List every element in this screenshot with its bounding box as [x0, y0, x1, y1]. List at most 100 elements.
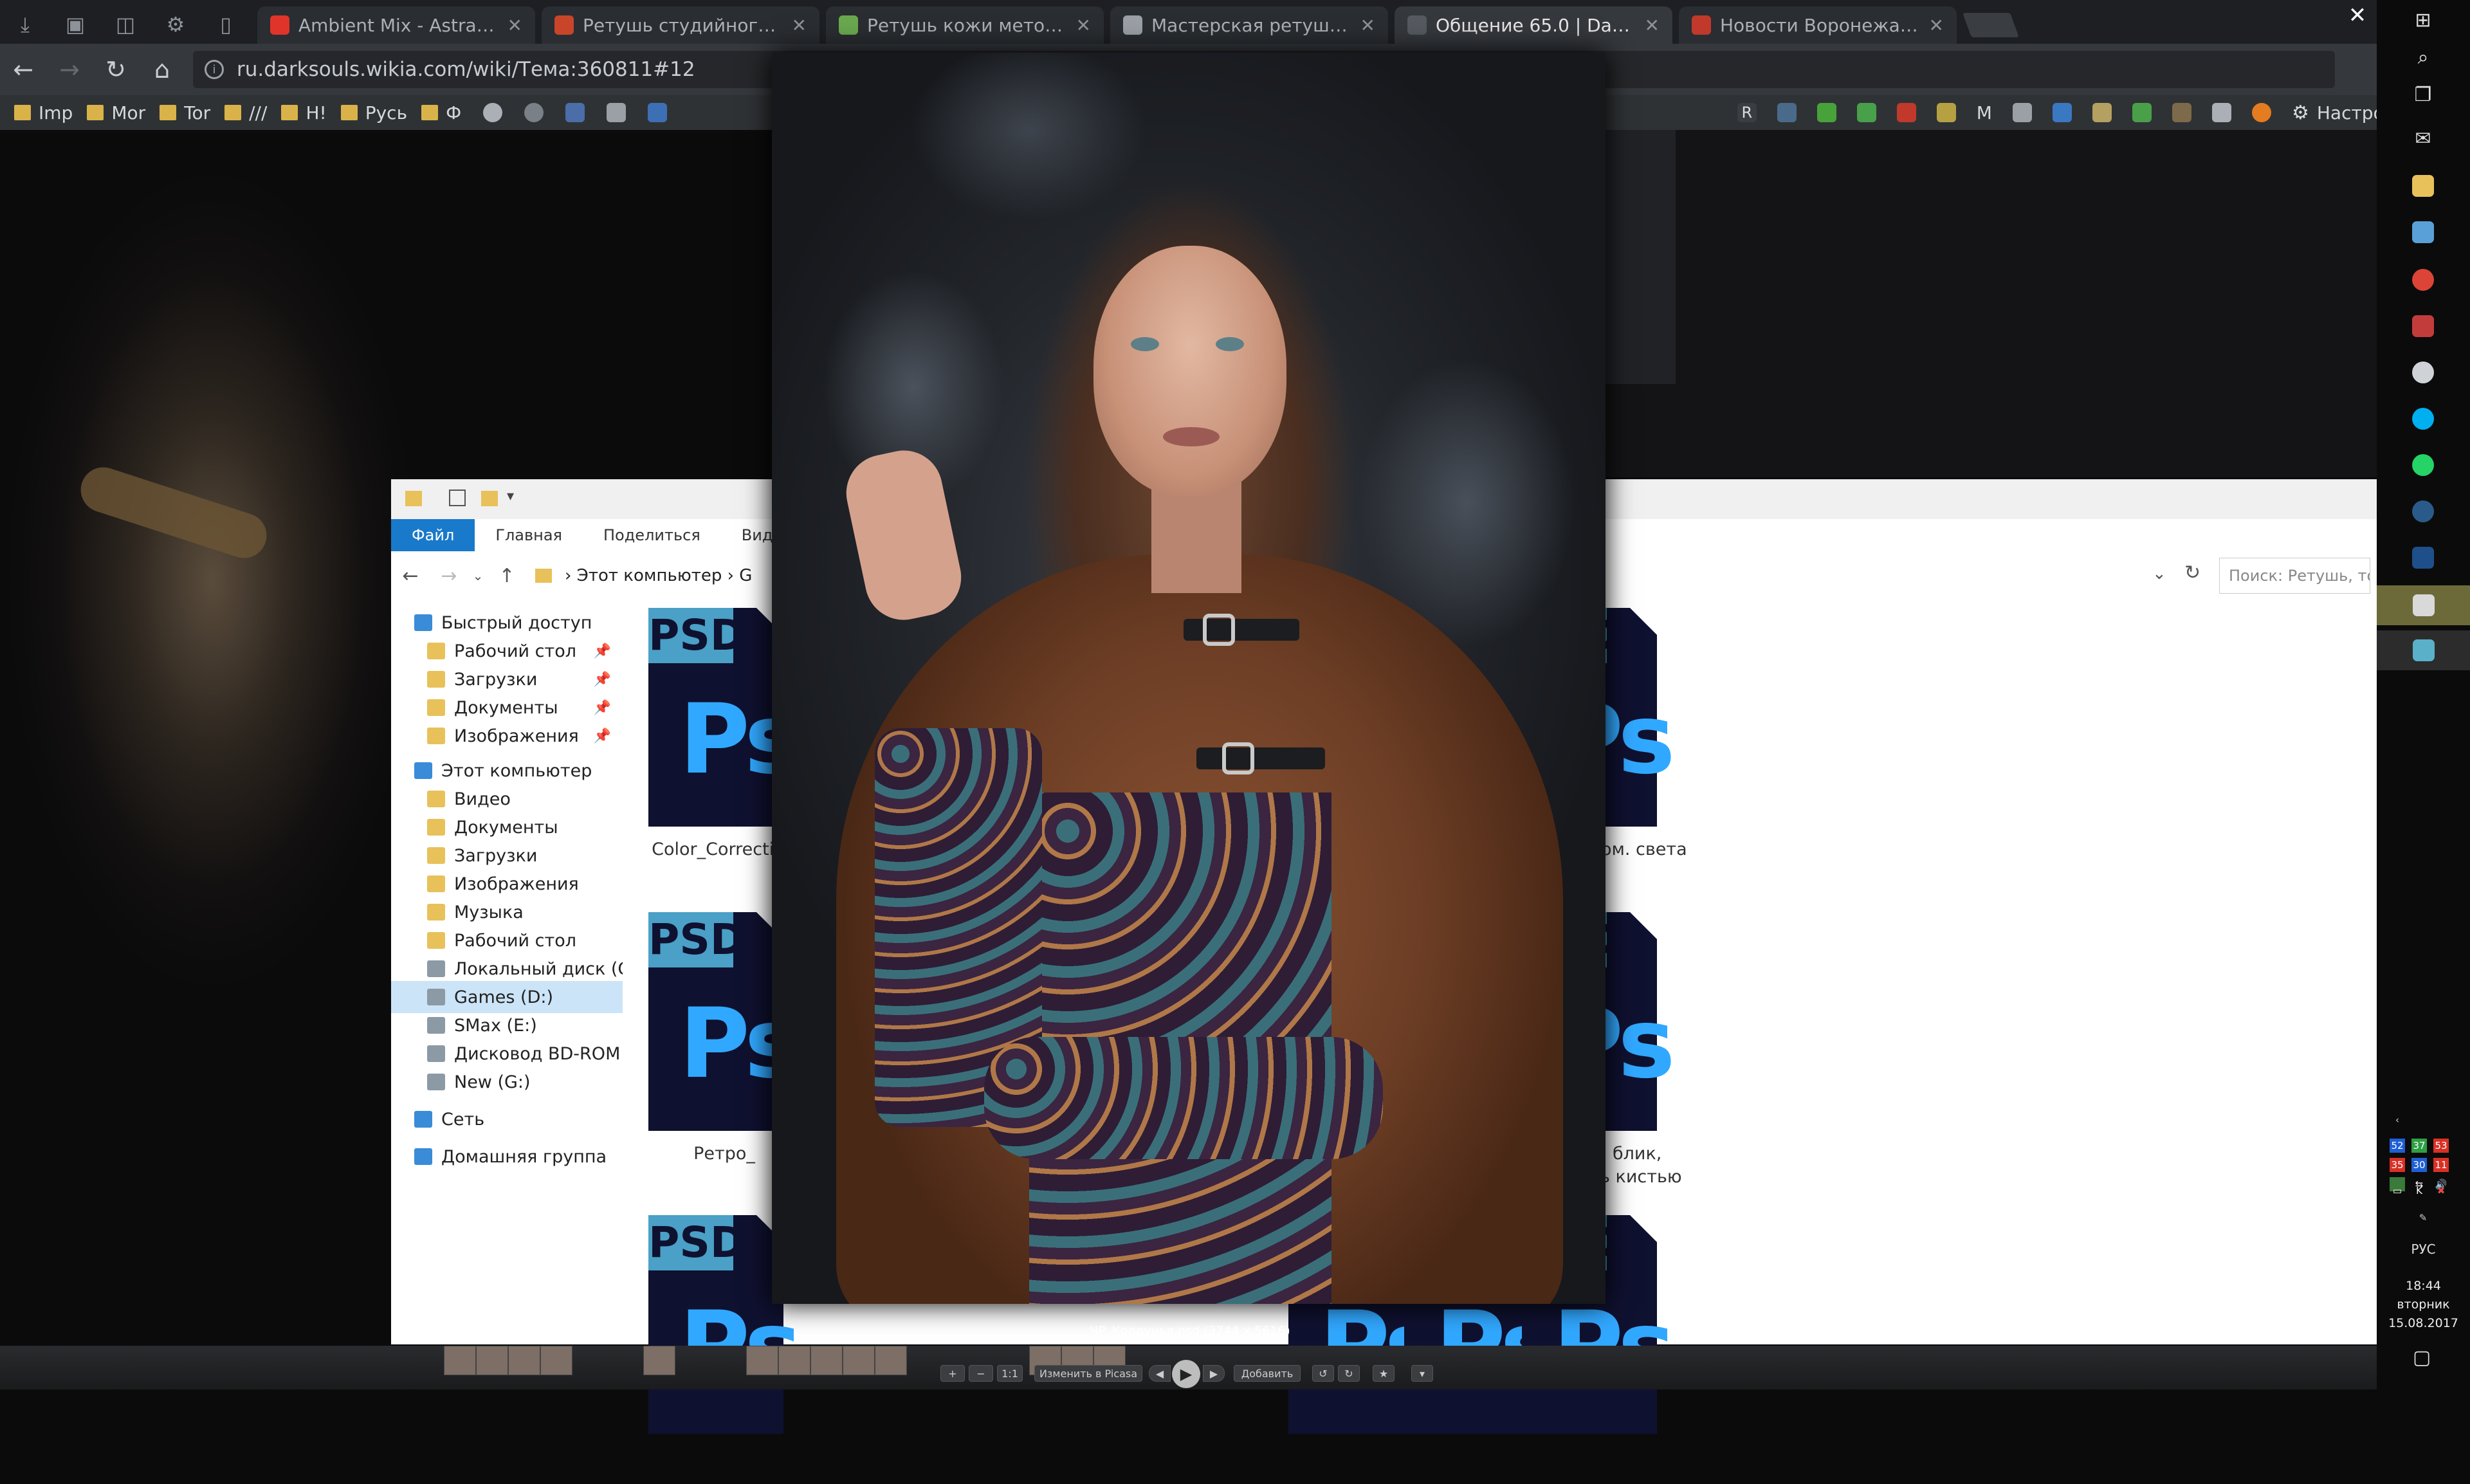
tab-close-icon[interactable]: ✕ — [1076, 15, 1091, 36]
pen-icon[interactable]: ✎ — [2415, 1211, 2431, 1225]
reload-icon[interactable]: ↻ — [93, 46, 139, 93]
bookmark-folder[interactable]: Imp — [14, 102, 73, 124]
nav-pane-item[interactable]: Дисковод BD-ROM — [391, 1038, 623, 1070]
properties-icon[interactable] — [449, 490, 466, 506]
r-icon[interactable]: R — [1737, 103, 1757, 122]
browser-tab[interactable]: Новости Воронежа — ✕ — [1679, 6, 1957, 44]
puzzle-icon[interactable] — [1856, 103, 1876, 122]
tray-counter-1[interactable]: 52 — [2390, 1139, 2405, 1153]
settings-tab-icon[interactable]: ⚙ — [151, 5, 201, 44]
extension-icon[interactable] — [1936, 103, 1956, 122]
whatsapp-taskbar-icon[interactable] — [2407, 449, 2439, 481]
clock[interactable]: 18:44 вторник 15.08.2017 — [2377, 1277, 2470, 1333]
ribbon-tab[interactable]: Файл — [391, 519, 475, 551]
window-close-button[interactable]: ✕ — [2338, 0, 2377, 31]
search-icon[interactable]: ⌕ — [2407, 41, 2439, 73]
new-folder-icon[interactable] — [481, 491, 498, 506]
browser-tab[interactable]: Ретушь студийного пор ✕ — [542, 6, 819, 44]
browser-tab[interactable]: Ретушь кожи методом ✕ — [826, 6, 1104, 44]
nav-pane-item[interactable]: Рабочий стол — [391, 924, 623, 957]
bookmark-icon[interactable] — [648, 103, 668, 122]
bookmark-icon[interactable] — [565, 103, 585, 122]
thumbnail[interactable] — [476, 1346, 508, 1375]
mail-icon[interactable]: ✉ — [2407, 122, 2439, 154]
nav-pane-item[interactable]: Документы — [391, 811, 623, 843]
forward-arrow-icon[interactable]: → — [46, 46, 93, 93]
page-tab-icon[interactable]: ▯ — [201, 5, 251, 44]
show-hidden-icons-icon[interactable]: ‹ — [2390, 1113, 2405, 1127]
tray-counter-6[interactable]: 11 — [2433, 1158, 2449, 1172]
nav-pane-item[interactable]: SMax (E:) — [391, 1009, 623, 1041]
explorer-search-input[interactable]: Поиск: Ретушь, то — [2219, 558, 2370, 594]
extension-icon[interactable] — [2251, 103, 2271, 122]
ribbon-tab[interactable]: Поделиться — [583, 519, 721, 551]
nav-pane-item[interactable]: Быстрый доступ — [391, 607, 623, 639]
download-icon[interactable]: ⤓ — [0, 5, 50, 44]
tray-counter-5[interactable]: 30 — [2411, 1158, 2427, 1172]
steam-taskbar-icon[interactable] — [2407, 495, 2439, 527]
tray-counter-2[interactable]: 37 — [2411, 1139, 2427, 1153]
address-dropdown-icon[interactable]: ⌄ — [2152, 564, 2166, 583]
forward-arrow-icon[interactable]: → — [430, 565, 468, 587]
calendar-taskbar-icon[interactable] — [2407, 310, 2439, 342]
nav-pane-item[interactable]: Видео — [391, 783, 623, 815]
zoom-in-button[interactable]: + — [940, 1365, 965, 1382]
up-arrow-icon[interactable]: ↑ — [488, 565, 526, 587]
thumbnail[interactable] — [643, 1346, 675, 1375]
home-icon[interactable]: ⌂ — [139, 46, 185, 93]
notifications-icon[interactable]: ▢ — [2409, 1344, 2435, 1370]
nav-pane-item[interactable]: Изображения — [391, 868, 623, 900]
extension-icon[interactable] — [2132, 103, 2152, 122]
tab-close-icon[interactable]: ✕ — [1929, 15, 1944, 36]
pinned-tab-icon[interactable]: ▣ — [50, 5, 100, 44]
bookmark-folder[interactable]: H! — [281, 102, 327, 124]
rotate-left-icon[interactable]: ↺ — [1312, 1365, 1334, 1382]
previous-arrow-icon[interactable]: ◀ — [1149, 1365, 1171, 1382]
extension-icon[interactable] — [2172, 103, 2191, 122]
nav-pane-item[interactable]: Домашняя группа — [391, 1140, 623, 1173]
refresh-icon[interactable]: ↻ — [2184, 562, 2200, 584]
thumbnail[interactable] — [778, 1346, 810, 1375]
file-explorer-taskbar-icon[interactable] — [2407, 170, 2439, 202]
app-taskbar-icon[interactable] — [2407, 356, 2439, 389]
nav-pane-item[interactable]: Сеть — [391, 1103, 623, 1135]
thumbnail[interactable] — [444, 1346, 476, 1375]
m-bookmark[interactable]: M — [1977, 102, 1992, 124]
nav-pane-item[interactable]: Этот компьютер — [391, 755, 623, 787]
download-arrow-icon[interactable] — [1816, 103, 1836, 122]
actual-size-button[interactable]: 1:1 — [997, 1365, 1023, 1382]
skype-taskbar-icon[interactable] — [2407, 403, 2439, 435]
picasa-taskbar-icon[interactable] — [2377, 630, 2470, 670]
app-taskbar-icon[interactable] — [2407, 216, 2439, 248]
active-app-taskbar-icon[interactable] — [2377, 585, 2470, 625]
task-view-icon[interactable]: ❐ — [2407, 78, 2439, 111]
extension-icon[interactable] — [2012, 103, 2032, 122]
bookmark-folder[interactable]: Ф — [421, 102, 461, 124]
breadcrumb[interactable]: › Этот компьютер › G — [565, 566, 752, 585]
bookmark-folder[interactable]: Русь — [340, 102, 407, 124]
photoshop-taskbar-icon[interactable] — [2407, 542, 2439, 574]
info-icon[interactable]: i — [205, 60, 224, 79]
nav-pane-item[interactable]: Музыка — [391, 896, 623, 928]
viewer-photo[interactable] — [772, 53, 1606, 1304]
play-button[interactable]: ▶ — [1172, 1360, 1200, 1388]
browser-tab[interactable]: Мастерская ретуши фо ✕ — [1110, 6, 1388, 44]
thumbnail[interactable] — [875, 1346, 907, 1375]
tab-close-icon[interactable]: ✕ — [1360, 15, 1375, 36]
bookmark-icon[interactable] — [607, 103, 627, 122]
chrome-taskbar-icon[interactable] — [2407, 264, 2439, 296]
bookmark-folder[interactable]: Tor — [160, 102, 210, 124]
extension-icon[interactable] — [2092, 103, 2112, 122]
language-indicator[interactable]: РУС — [2377, 1241, 2470, 1257]
nav-pane-item[interactable]: Документы 📌 — [391, 692, 623, 724]
tab-close-icon[interactable]: ✕ — [508, 15, 522, 36]
steam-icon[interactable] — [1777, 103, 1797, 122]
thumbnail[interactable] — [508, 1346, 540, 1375]
star-icon[interactable]: ★ — [1373, 1365, 1395, 1382]
display-icon[interactable]: ▭ — [2390, 1184, 2405, 1198]
ribbon-tab[interactable]: Главная — [475, 519, 583, 551]
nav-pane-item[interactable]: New (G:) — [391, 1066, 623, 1098]
thumbnail[interactable] — [540, 1346, 572, 1375]
thumbnail[interactable] — [843, 1346, 875, 1375]
windows-start-icon[interactable]: ⊞ — [2407, 4, 2439, 36]
